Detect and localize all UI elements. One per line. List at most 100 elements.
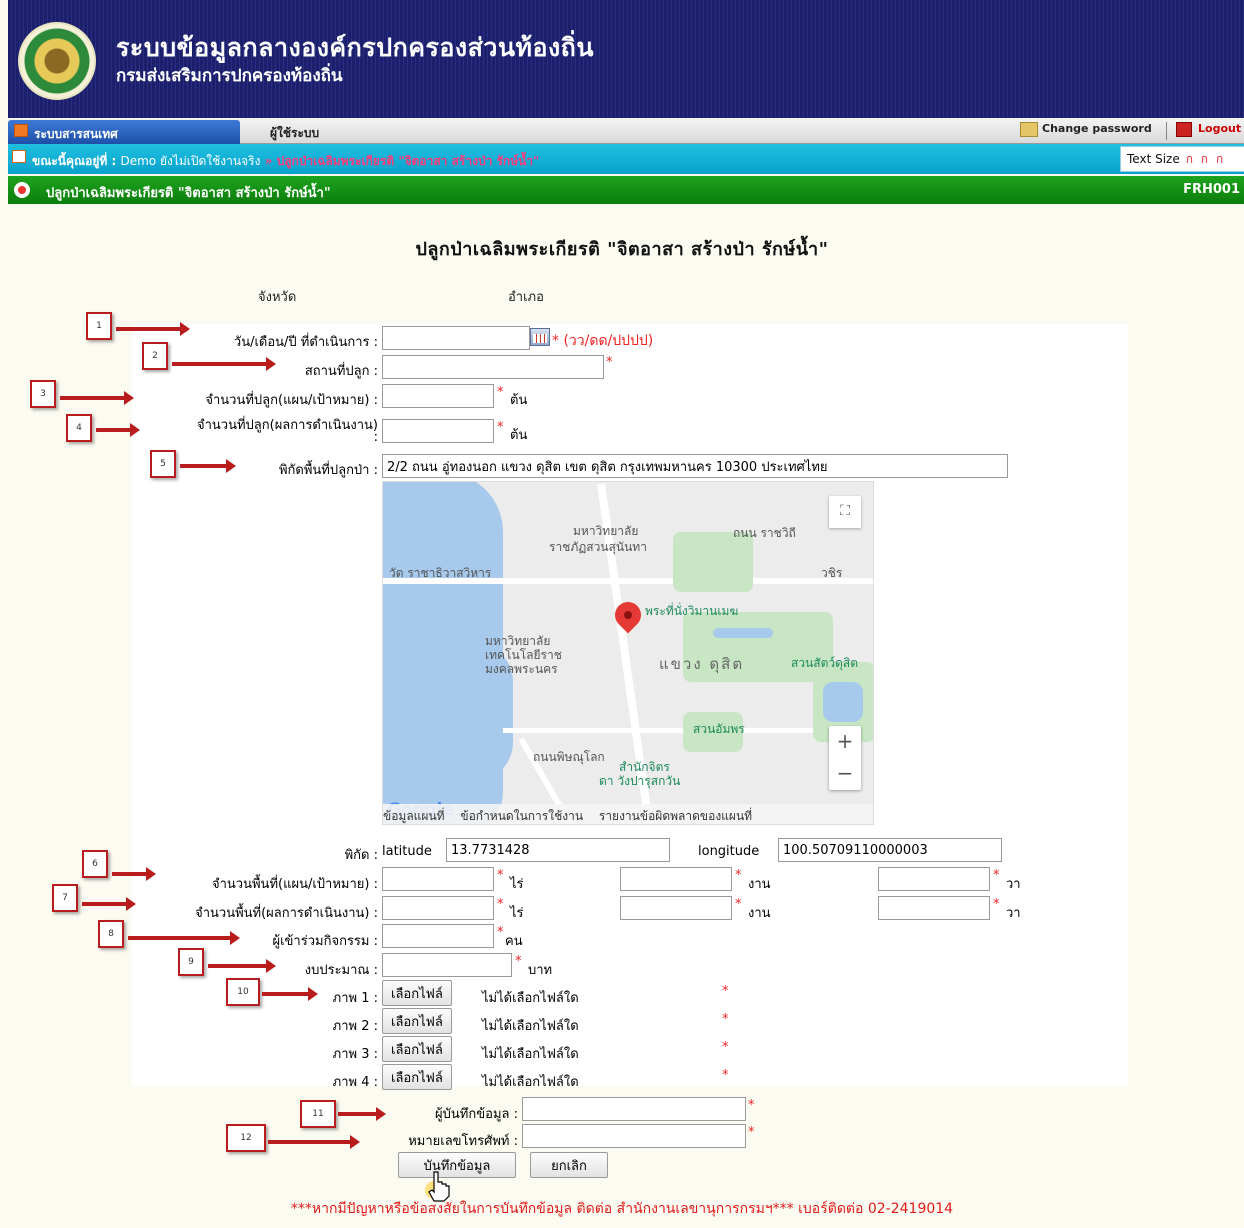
date-label: วัน/เดือน/ปี ที่ดำเนินการ : [233, 335, 378, 350]
latitude-input[interactable] [446, 838, 670, 862]
result-count-colon: : [373, 430, 378, 445]
annotation-arrow [96, 423, 140, 437]
map[interactable]: มหาวิทยาลัย ราชภัฏสวนสุนันทา วัด ราชาธิว… [382, 481, 874, 825]
file-status: ไม่ได้เลือกไฟล์ใด [482, 1047, 579, 1062]
area-result-ngan-input[interactable] [620, 896, 732, 920]
required-mark: * [606, 355, 613, 370]
place-label: สถานที่ปลูก : [304, 364, 378, 379]
breadcrumb-current: ปลูกป่าเฉลิมพระเกียรติ "จิตอาสา สร้างป่า… [276, 154, 540, 168]
text-size-control: Text Size ก ก ก [1120, 146, 1244, 172]
breadcrumb-demo[interactable]: Demo ยังไม่เปิดใช้งานจริง [120, 154, 260, 168]
longitude-input[interactable] [778, 838, 1002, 862]
ngan-unit: งาน [748, 877, 771, 892]
recorder-input[interactable] [522, 1097, 746, 1121]
date-input[interactable] [382, 326, 530, 350]
required-mark: * [722, 1012, 729, 1027]
required-mark: * [722, 1040, 729, 1055]
home-icon [14, 124, 28, 137]
change-password-link[interactable]: Change password [1020, 122, 1152, 137]
recorder-label: ผู้บันทึกข้อมูล : [435, 1107, 518, 1122]
participants-input[interactable] [382, 924, 494, 948]
location-input[interactable] [382, 454, 1008, 478]
map-label: สวนสัตว์ดุสิต [791, 656, 859, 670]
breadcrumb-label: ขณะนี้คุณอยู่ที่ : [32, 154, 117, 168]
province-label: จังหวัด [258, 290, 297, 305]
tab-user[interactable]: ผู้ใช้ระบบ [270, 124, 319, 143]
map-pond [823, 682, 863, 722]
place-input[interactable] [382, 355, 604, 379]
location-label: พิกัดพื้นที่ปลูกป่า : [278, 463, 378, 478]
file-status: ไม่ได้เลือกไฟล์ใด [482, 991, 579, 1006]
annotation-arrow [172, 357, 276, 371]
required-mark: * [497, 897, 504, 912]
breadcrumb: ขณะนี้คุณอยู่ที่ : Demo ยังไม่เปิดใช้งาน… [8, 144, 1244, 174]
annotation-arrow [268, 1135, 360, 1149]
date-format-hint: * (วว/ดด/ปปปป) [552, 333, 654, 349]
budget-input[interactable] [382, 953, 512, 977]
map-label: มงคลพระนคร [485, 662, 558, 676]
annotation-badge: 3 [30, 380, 56, 408]
district-label: อำเภอ [508, 290, 544, 305]
choose-file-button[interactable]: เลือกไฟล์ [382, 1036, 452, 1062]
area-result-rai-input[interactable] [382, 896, 494, 920]
tab-information-system-label: ระบบสารสนเทศ [34, 127, 118, 141]
annotation-arrow [262, 987, 318, 1001]
fullscreen-icon[interactable]: ⛶ [829, 496, 861, 528]
image-label: ภาพ 1 : [332, 991, 378, 1006]
choose-file-button[interactable]: เลือกไฟล์ [382, 1064, 452, 1090]
logout-link[interactable]: Logout [1176, 122, 1242, 137]
participants-label: ผู้เข้าร่วมกิจกรรม : [272, 934, 378, 949]
site-header: ระบบข้อมูลกลางองค์กรปกครองส่วนท้องถิ่น ก… [8, 0, 1244, 118]
required-mark: * [993, 897, 1000, 912]
area-plan-ngan-input[interactable] [620, 867, 732, 891]
annotation-badge: 2 [142, 342, 168, 370]
page-bar-title: ปลูกป่าเฉลิมพระเกียรติ "จิตอาสา สร้างป่า… [46, 186, 331, 201]
annotation-badge: 10 [226, 978, 260, 1006]
tree-unit: ต้น [510, 428, 528, 443]
annotation-arrow [180, 459, 236, 473]
image-label: ภาพ 3 : [332, 1047, 378, 1062]
map-label: วชิร [821, 566, 843, 580]
annotation-badge: 7 [52, 884, 78, 912]
phone-input[interactable] [522, 1124, 746, 1148]
choose-file-button[interactable]: เลือกไฟล์ [382, 1008, 452, 1034]
rai-unit: ไร่ [510, 906, 524, 921]
change-password-label: Change password [1042, 122, 1152, 135]
map-report-link[interactable]: รายงานข้อผิดพลาดของแผนที่ [599, 809, 752, 823]
logout-label: Logout [1198, 122, 1242, 135]
map-label: ดา วังปารุสกวัน [599, 774, 681, 788]
required-mark: * [515, 954, 522, 969]
participants-unit: คน [505, 934, 523, 949]
zoom-in-button[interactable]: + [829, 726, 861, 758]
map-data-link[interactable]: ข้อมูลแผนที่ [383, 809, 445, 823]
choose-file-button[interactable]: เลือกไฟล์ [382, 980, 452, 1006]
result-count-label: จำนวนที่ปลูก(ผลการดำเนินงาน) [196, 418, 378, 433]
cancel-button[interactable]: ยกเลิก [530, 1152, 608, 1178]
required-mark: * [993, 868, 1000, 883]
tab-information-system[interactable]: ระบบสารสนเทศ [8, 120, 240, 144]
annotation-badge: 5 [150, 450, 176, 478]
map-label: แขวง ดุสิต [659, 655, 745, 673]
annotation-arrow [116, 322, 190, 336]
calendar-icon[interactable] [530, 328, 550, 346]
area-result-wa-input[interactable] [878, 896, 990, 920]
file-status: ไม่ได้เลือกไฟล์ใด [482, 1075, 579, 1090]
file-status: ไม่ได้เลือกไฟล์ใด [482, 1019, 579, 1034]
menu-divider [1166, 122, 1167, 140]
zoom-out-button[interactable]: − [829, 758, 861, 790]
plan-count-input[interactable] [382, 384, 494, 408]
save-button[interactable]: บันทึกข้อมูล [398, 1152, 516, 1178]
map-label: ราชภัฏสวนสุนันทา [549, 540, 647, 554]
text-size-options[interactable]: ก ก ก [1186, 152, 1225, 166]
required-mark: * [735, 897, 742, 912]
map-terms-link[interactable]: ข้อกำหนดในการใช้งาน [460, 809, 583, 823]
result-count-input[interactable] [382, 419, 494, 443]
area-plan-wa-input[interactable] [878, 867, 990, 891]
area-plan-rai-input[interactable] [382, 867, 494, 891]
tree-unit: ต้น [510, 393, 528, 408]
budget-label: งบประมาณ : [304, 963, 378, 978]
dla-logo [18, 22, 96, 100]
latitude-label: latitude [382, 844, 432, 859]
text-size-label: Text Size [1127, 152, 1180, 166]
home-icon[interactable] [12, 150, 26, 163]
